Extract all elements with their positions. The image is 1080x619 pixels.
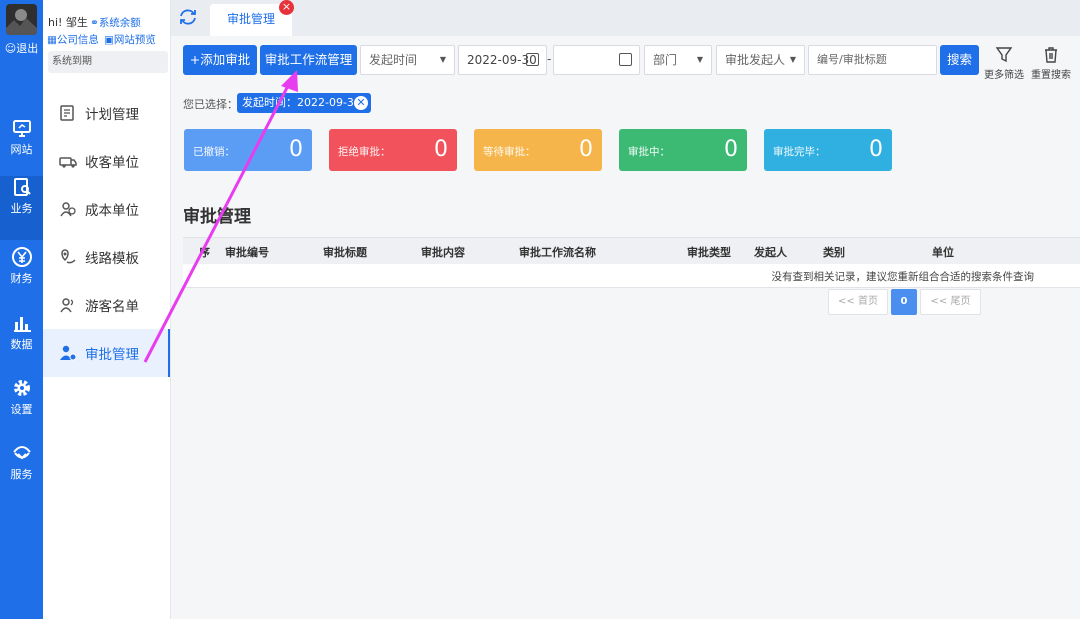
nav-website[interactable]: 网站 xyxy=(0,117,43,181)
workflow-manage-button[interactable]: 审批工作流管理 xyxy=(260,45,357,75)
filter-icon xyxy=(995,47,1013,63)
empty-message: 没有查到相关记录，建议您重新组合合适的搜索条件查询 xyxy=(771,271,1035,283)
column-header[interactable]: 审批标题 xyxy=(323,244,367,260)
plan-icon xyxy=(60,105,74,121)
avatar[interactable] xyxy=(6,4,37,35)
balance-link[interactable]: ⚭系统余额 xyxy=(90,15,141,30)
submenu-item-tourist-list[interactable]: 游客名单 xyxy=(43,281,170,329)
main-rail: ☺退出 网站 业务 财务 数据 设置 服务 xyxy=(0,0,43,619)
submenu-item-plan[interactable]: 计划管理 xyxy=(43,89,170,137)
column-header[interactable]: 类别 xyxy=(823,244,845,260)
calendar-icon xyxy=(619,53,632,66)
user-icon: ☺ xyxy=(4,42,17,55)
stat-card-pending[interactable]: 等待审批： 0 xyxy=(474,129,602,171)
nav-settings[interactable]: 设置 xyxy=(0,377,43,441)
column-header[interactable]: 发起人 xyxy=(754,244,787,260)
finance-icon xyxy=(11,247,32,267)
pager-current[interactable]: 0 xyxy=(891,289,917,315)
submenu-item-agency[interactable]: 收客单位 xyxy=(43,137,170,185)
agency-icon xyxy=(59,157,77,168)
caret-down-icon: ▼ xyxy=(696,55,703,64)
search-button[interactable]: 搜索 xyxy=(940,45,979,75)
caret-down-icon: ▼ xyxy=(439,55,446,64)
pager-first[interactable]: << 首页 xyxy=(828,289,888,315)
tab-close-icon[interactable]: × xyxy=(279,0,294,15)
reset-search-button[interactable]: 重置搜索 xyxy=(1027,46,1075,81)
nav-business[interactable]: 业务 xyxy=(0,176,43,240)
approval-icon xyxy=(60,345,77,361)
caret-down-icon: ▼ xyxy=(789,55,796,64)
tourist-list-icon xyxy=(60,298,74,313)
table-header: 序 审批编号 审批标题 审批内容 审批工作流名称 审批类型 发起人 类别 单位 xyxy=(183,237,1080,264)
column-header[interactable]: 单位 xyxy=(932,244,954,260)
chosen-filters-label: 您已选择： xyxy=(183,98,238,111)
company-info-link[interactable]: ▦公司信息 xyxy=(47,32,99,47)
service-icon xyxy=(12,446,31,460)
data-icon xyxy=(13,317,31,332)
time-type-select[interactable]: 发起时间 ▼ xyxy=(360,45,455,75)
column-header[interactable]: 序 xyxy=(199,244,210,260)
submenu: hi! 邹生 ⚭系统余额 ▦公司信息 ▣网站预览 系统到期 计划管理 收客单位 … xyxy=(43,0,171,619)
page-title: 审批管理 xyxy=(183,207,251,227)
submenu-item-route-template[interactable]: 线路模板 xyxy=(43,233,170,281)
nav-service[interactable]: 服务 xyxy=(0,442,43,506)
stat-card-revoked[interactable]: 已撤销： 0 xyxy=(184,129,312,171)
nav-data[interactable]: 数据 xyxy=(0,312,43,376)
expire-badge: 系统到期 xyxy=(48,51,168,73)
website-icon xyxy=(12,120,31,137)
calendar-icon xyxy=(526,53,539,66)
stat-card-completed[interactable]: 审批完毕： 0 xyxy=(764,129,892,171)
initiator-select[interactable]: 审批发起人 ▼ xyxy=(716,45,805,75)
department-select[interactable]: 部门 ▼ xyxy=(644,45,712,75)
site-preview-link[interactable]: ▣网站预览 xyxy=(104,32,156,47)
tab-bar: 审批管理 × xyxy=(171,0,1080,36)
add-approval-button[interactable]: +添加审批 xyxy=(183,45,257,75)
refresh-icon[interactable] xyxy=(178,7,198,27)
date-from-input[interactable]: 2022-09-30 xyxy=(458,45,547,75)
search-input[interactable]: 编号/审批标题 xyxy=(808,45,937,75)
trash-icon xyxy=(1045,47,1057,63)
logout-button[interactable]: ☺退出 xyxy=(0,40,43,56)
date-range-separator: - xyxy=(547,52,552,66)
column-header[interactable]: 审批工作流名称 xyxy=(519,244,596,260)
nav-finance[interactable]: 财务 xyxy=(0,246,43,310)
more-filter-button[interactable]: 更多筛选 xyxy=(980,46,1028,81)
route-template-icon xyxy=(61,249,76,264)
cost-unit-icon xyxy=(60,202,76,217)
column-header[interactable]: 审批编号 xyxy=(225,244,269,260)
submenu-item-cost-unit[interactable]: 成本单位 xyxy=(43,185,170,233)
date-to-input[interactable] xyxy=(553,45,640,75)
stat-card-in-progress[interactable]: 审批中： 0 xyxy=(619,129,747,171)
chip-close-icon[interactable]: ✕ xyxy=(354,96,368,110)
table-row: 没有查到相关记录，建议您重新组合合适的搜索条件查询 xyxy=(183,264,1080,288)
column-header[interactable]: 审批类型 xyxy=(687,244,731,260)
column-header[interactable]: 审批内容 xyxy=(421,244,465,260)
business-icon xyxy=(13,178,31,196)
pager-last[interactable]: << 尾页 xyxy=(920,289,981,315)
stat-card-rejected[interactable]: 拒绝审批： 0 xyxy=(329,129,457,171)
settings-icon xyxy=(13,380,30,396)
submenu-item-approval[interactable]: 审批管理 xyxy=(43,329,170,377)
greeting: hi! 邹生 xyxy=(48,16,88,29)
filter-chip-time: 发起时间：2022-09-30 ✕ xyxy=(237,93,371,113)
